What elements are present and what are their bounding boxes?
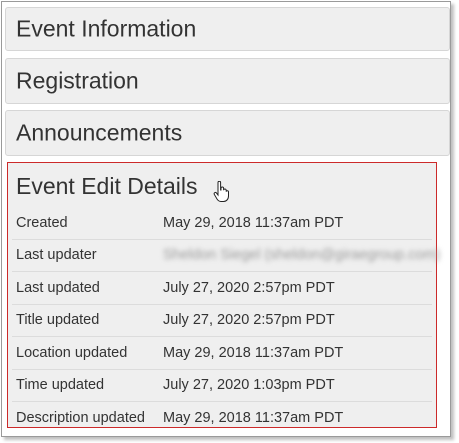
hand-pointer-icon <box>213 181 229 202</box>
panel-announcements[interactable]: Announcements <box>5 110 450 156</box>
panel-title: Event Information <box>16 15 197 42</box>
detail-label: Title updated <box>16 312 100 329</box>
detail-label: Description updated <box>16 409 145 426</box>
event-details-window: Event Information Registration Announcem… <box>1 1 451 437</box>
detail-label: Time updated <box>16 377 105 394</box>
detail-label: Created <box>16 214 68 231</box>
detail-label: Last updater <box>16 247 97 264</box>
detail-row-title-updated: Title updated July 27, 2020 2:57pm PDT <box>12 305 432 337</box>
panel-registration[interactable]: Registration <box>5 58 450 104</box>
detail-value: May 29, 2018 11:37am PDT <box>163 214 344 231</box>
detail-label: Location updated <box>16 344 128 361</box>
detail-value: May 29, 2018 11:37am PDT <box>163 409 344 426</box>
panel-title: Registration <box>16 67 139 94</box>
detail-value: July 27, 2020 2:57pm PDT <box>163 312 335 329</box>
detail-label: Last updated <box>16 279 100 296</box>
detail-row-description-updated: Description updated May 29, 2018 11:37am… <box>12 402 432 434</box>
detail-value: May 29, 2018 11:37am PDT <box>163 344 344 361</box>
detail-row-time-updated: Time updated July 27, 2020 1:03pm PDT <box>12 370 432 402</box>
details-list: Created May 29, 2018 11:37am PDT Last up… <box>12 207 441 434</box>
detail-row-last-updated: Last updated July 27, 2020 2:57pm PDT <box>12 272 432 305</box>
panel-title: Announcements <box>16 119 183 146</box>
detail-value: July 27, 2020 2:57pm PDT <box>163 279 335 296</box>
detail-value-redacted: Sheldon Siegel (sheldon@giraegroup.com) <box>163 247 441 264</box>
panel-event-information[interactable]: Event Information <box>5 7 450 51</box>
detail-row-created: Created May 29, 2018 11:37am PDT <box>12 207 432 240</box>
event-edit-details-panel: Event Edit Details Created May 29, 2018 … <box>7 162 441 428</box>
detail-row-last-updater: Last updater Sheldon Siegel (sheldon@gir… <box>12 240 441 272</box>
detail-value: July 27, 2020 1:03pm PDT <box>163 377 335 394</box>
details-title: Event Edit Details <box>16 173 198 199</box>
detail-row-location-updated: Location updated May 29, 2018 11:37am PD… <box>12 337 432 370</box>
